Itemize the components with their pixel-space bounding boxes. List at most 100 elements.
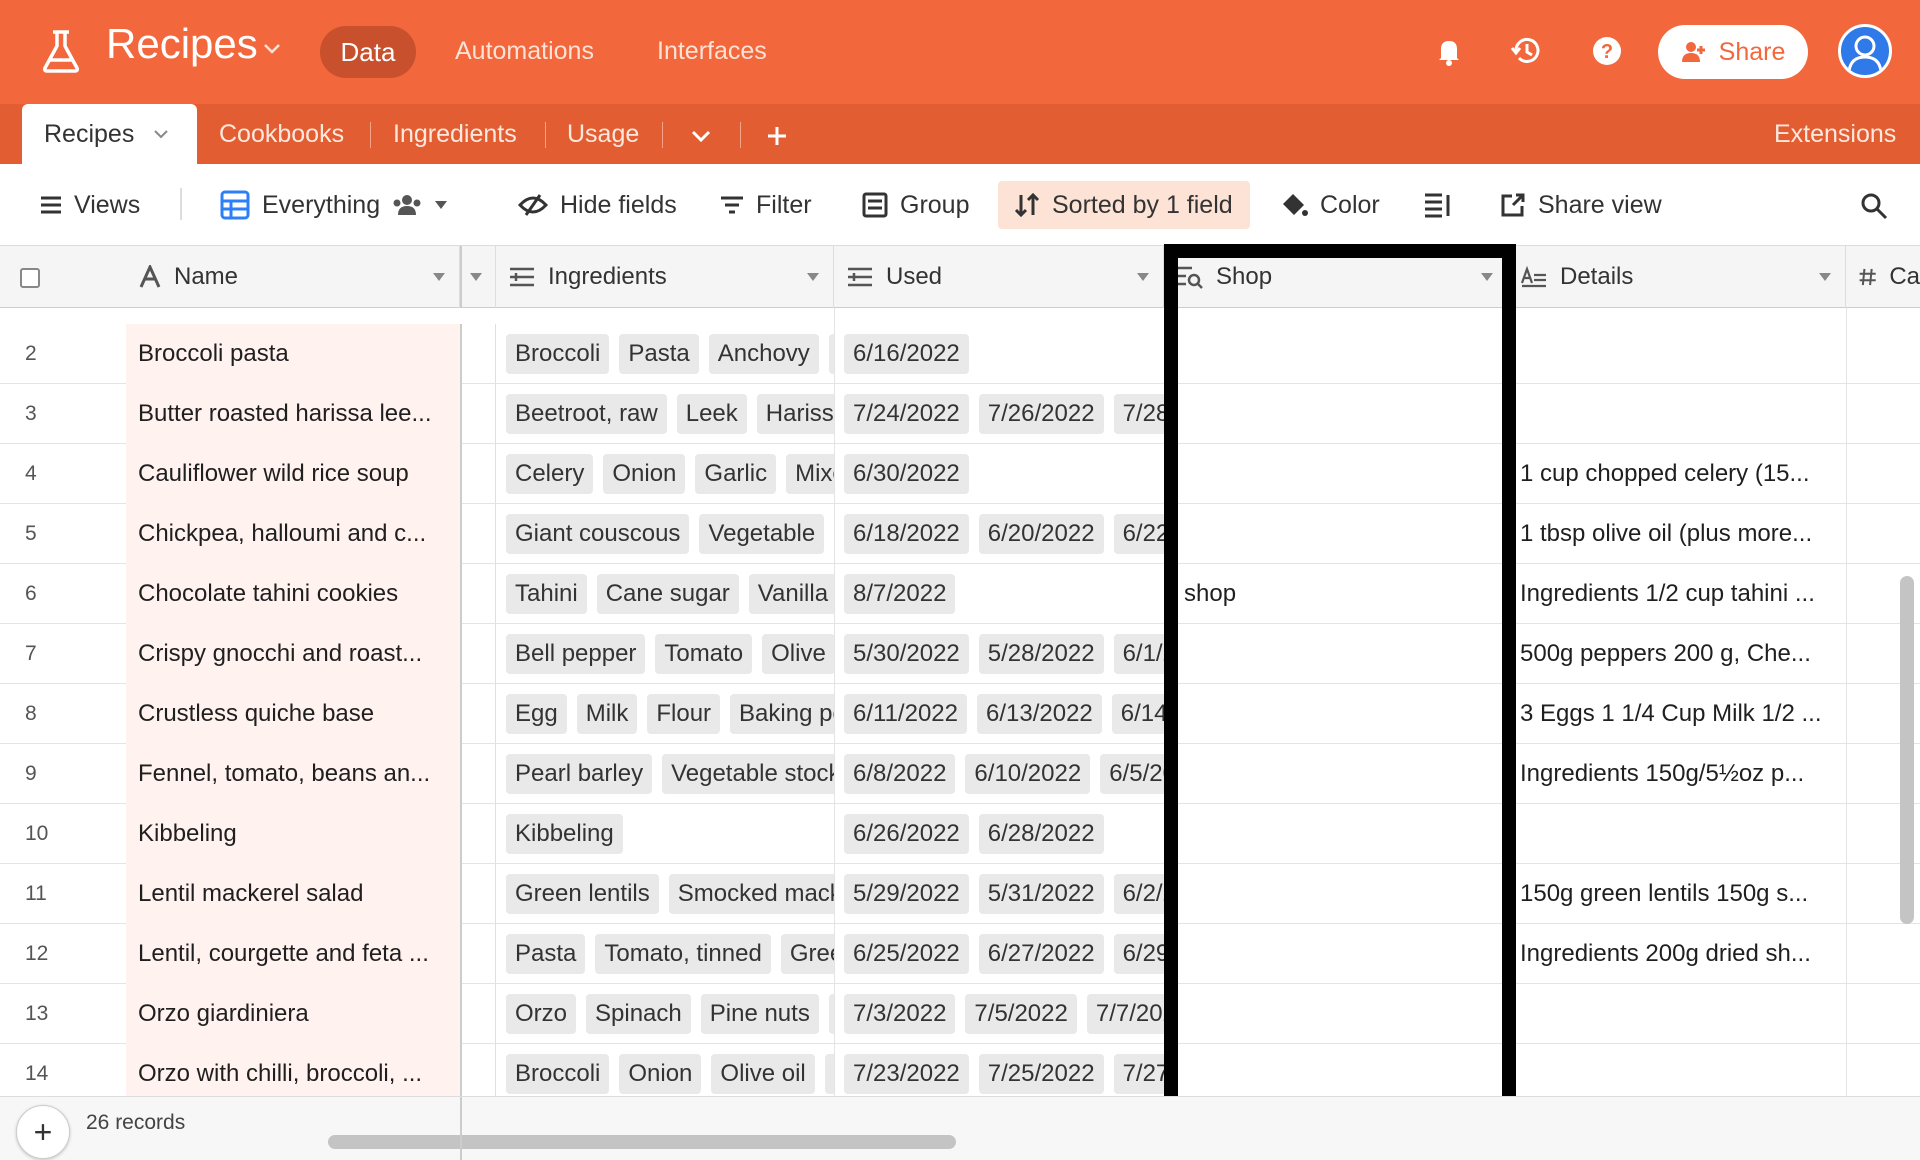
table-row[interactable]: 4 Cauliflower wild rice soup Celery Onion Ga… bbox=[0, 444, 1920, 504]
table-row[interactable]: 13 Orzo giardiniera OrzoSpinachPine nutsGa… bbox=[0, 984, 1920, 1044]
ingredient-chip[interactable]: Milk bbox=[576, 694, 638, 734]
column-header-ingredients[interactable]: Ingredients bbox=[496, 246, 834, 308]
select-all-checkbox[interactable] bbox=[20, 268, 40, 288]
ingredient-chip[interactable]: Green lentils bbox=[506, 874, 659, 914]
share-view-button[interactable]: Share view bbox=[1500, 190, 1662, 220]
app-title[interactable]: Recipes bbox=[106, 20, 258, 68]
cell-name[interactable]: Lentil, courgette and feta ... bbox=[126, 924, 460, 984]
cell-ingredients[interactable]: Pearl barley Vegetable stock bbox=[506, 754, 834, 794]
date-chip[interactable]: 7/7/2022 bbox=[1086, 994, 1164, 1034]
date-chip[interactable]: 6/13/2022 bbox=[977, 694, 1102, 734]
history-icon[interactable] bbox=[1510, 34, 1544, 68]
sort-button[interactable]: Sorted by 1 field bbox=[1014, 190, 1233, 220]
cell-name[interactable]: Chickpea, halloumi and c... bbox=[126, 504, 460, 564]
cell-name[interactable]: Crustless quiche base bbox=[126, 684, 460, 744]
ingredient-chip[interactable]: Cane sugar bbox=[596, 574, 739, 614]
table-row[interactable]: 2 Broccoli pasta BroccoliPastaAnchovy Garli… bbox=[0, 324, 1920, 384]
cell-used[interactable]: 8/7/2022 bbox=[844, 574, 1164, 614]
ingredient-chip[interactable]: Garlic bbox=[695, 454, 777, 494]
add-record-button[interactable]: + bbox=[16, 1105, 70, 1159]
cell-shop[interactable]: shop bbox=[1184, 580, 1236, 608]
ingredient-chip[interactable]: Broccoli bbox=[506, 334, 610, 374]
date-chip[interactable]: 6/22/2022 bbox=[1113, 514, 1164, 554]
group-button[interactable]: Group bbox=[862, 190, 969, 220]
cell-ingredients[interactable]: BroccoliPastaAnchovy Garlic bbox=[506, 334, 834, 374]
caret-down-icon[interactable] bbox=[807, 273, 819, 281]
cell-ingredients[interactable]: Giant couscous Vegetable bbox=[506, 514, 834, 554]
cell-details[interactable]: 500g peppers 200 g, Che... bbox=[1520, 640, 1842, 668]
ingredient-chip[interactable]: Pasta bbox=[619, 334, 699, 374]
cell-used[interactable]: 6/18/20226/20/20226/22/2022 bbox=[844, 514, 1164, 554]
share-button[interactable]: Share bbox=[1658, 25, 1808, 79]
filter-button[interactable]: Filter bbox=[720, 190, 812, 220]
date-chip[interactable]: 5/30/2022 bbox=[844, 634, 969, 674]
table-row[interactable]: 5 Chickpea, halloumi and c... Giant cousco… bbox=[0, 504, 1920, 564]
date-chip[interactable]: 6/27/2022 bbox=[978, 934, 1104, 974]
ingredient-chip[interactable]: Anchovy bbox=[708, 334, 819, 374]
cell-ingredients[interactable]: BroccoliOnionOlive oil Chilli bbox=[506, 1054, 834, 1094]
ingredient-chip[interactable]: Olive bbox=[762, 634, 834, 674]
date-chip[interactable]: 7/5/2022 bbox=[965, 994, 1077, 1034]
hide-fields-button[interactable]: Hide fields bbox=[518, 190, 677, 220]
ingredient-chip[interactable]: Giant couscous bbox=[506, 514, 690, 554]
cell-name[interactable]: Kibbeling bbox=[126, 804, 460, 864]
ingredient-chip[interactable]: Harissa bbox=[756, 394, 834, 434]
cell-used[interactable]: 6/16/2022 bbox=[844, 334, 1164, 374]
date-chip[interactable]: 6/8/2022 bbox=[844, 754, 956, 794]
ingredient-chip[interactable]: Vanilla bbox=[748, 574, 834, 614]
cell-name[interactable]: Orzo giardiniera bbox=[126, 984, 460, 1044]
cell-used[interactable]: 7/23/20227/25/20227/27/2022 bbox=[844, 1054, 1164, 1094]
cell-details[interactable]: Ingredients 200g dried sh... bbox=[1520, 940, 1842, 968]
ingredient-chip[interactable]: Smocked mackerel bbox=[668, 874, 834, 914]
ingredient-chip[interactable]: Vegetable bbox=[699, 514, 825, 554]
table-row[interactable]: 10 Kibbeling Kibbeling 6/26/2022 6/28/2022 bbox=[0, 804, 1920, 864]
cell-used[interactable]: 6/25/20226/27/20226/29/2022 bbox=[844, 934, 1164, 974]
date-chip[interactable]: 6/11/2022 bbox=[844, 694, 967, 734]
date-chip[interactable]: 6/5/2022 bbox=[1100, 754, 1164, 794]
caret-down-icon[interactable] bbox=[1137, 273, 1149, 281]
ingredient-chip[interactable]: Olive oil bbox=[711, 1054, 815, 1094]
date-chip[interactable]: 8/7/2022 bbox=[844, 574, 956, 614]
avatar[interactable] bbox=[1838, 24, 1892, 78]
cell-used[interactable]: 7/24/20227/26/20227/28/2022 bbox=[844, 394, 1164, 434]
caret-down-icon[interactable] bbox=[433, 273, 445, 281]
ingredient-chip[interactable]: Bell pepper bbox=[506, 634, 646, 674]
tab-ingredients[interactable]: Ingredients bbox=[393, 120, 517, 149]
ingredient-chip[interactable]: Celery bbox=[506, 454, 594, 494]
ingredient-chip[interactable]: Onion bbox=[603, 454, 686, 494]
date-chip[interactable]: 7/23/2022 bbox=[844, 1054, 969, 1094]
horizontal-scrollbar[interactable] bbox=[328, 1135, 956, 1149]
views-button[interactable]: Views bbox=[40, 190, 140, 220]
nav-interfaces[interactable]: Interfaces bbox=[657, 37, 767, 66]
cell-ingredients[interactable]: Beetroot, rawLeekHarissa bbox=[506, 394, 834, 434]
date-chip[interactable]: 5/31/2022 bbox=[978, 874, 1104, 914]
table-row[interactable]: 11 Lentil mackerel salad Green lentils Smoc… bbox=[0, 864, 1920, 924]
table-row[interactable]: 14 Orzo with chilli, broccoli, ... Broccol… bbox=[0, 1044, 1920, 1096]
table-row[interactable]: 6 Chocolate tahini cookies Tahini Cane suga… bbox=[0, 564, 1920, 624]
date-chip[interactable]: 7/28/2022 bbox=[1113, 394, 1164, 434]
ingredient-chip[interactable]: Pasta bbox=[506, 934, 586, 974]
cell-used[interactable]: 6/11/20226/13/20226/14/2022 bbox=[844, 694, 1164, 734]
date-chip[interactable]: 6/29/2022 bbox=[1113, 934, 1164, 974]
date-chip[interactable]: 6/18/2022 bbox=[844, 514, 969, 554]
search-icon[interactable] bbox=[1860, 192, 1888, 220]
chevron-down-icon[interactable] bbox=[154, 129, 169, 139]
ingredient-chip[interactable]: Broccoli bbox=[506, 1054, 610, 1094]
cell-details[interactable]: 1 tbsp olive oil (plus more... bbox=[1520, 520, 1842, 548]
cell-used[interactable]: 5/29/20225/31/20226/2/2022 bbox=[844, 874, 1164, 914]
cell-ingredients[interactable]: Bell pepper Tomato Olive bbox=[506, 634, 834, 674]
caret-down-icon[interactable] bbox=[470, 273, 482, 281]
cell-details[interactable]: Ingredients 1/2 cup tahini ... bbox=[1520, 580, 1842, 608]
cell-name[interactable]: Broccoli pasta bbox=[126, 324, 460, 384]
ingredient-chip[interactable]: Tahini bbox=[506, 574, 587, 614]
column-header-name[interactable]: Name bbox=[126, 246, 460, 308]
date-chip[interactable]: 6/10/2022 bbox=[965, 754, 1091, 794]
table-row[interactable]: 12 Lentil, courgette and feta ... Pasta Tom… bbox=[0, 924, 1920, 984]
cell-used[interactable]: 6/8/20226/10/20226/5/2022 bbox=[844, 754, 1164, 794]
table-row[interactable]: 8 Crustless quiche base Egg Milk Flour Baking… bbox=[0, 684, 1920, 744]
tab-usage[interactable]: Usage bbox=[567, 120, 639, 149]
column-header-details[interactable]: Details bbox=[1508, 246, 1846, 308]
date-chip[interactable]: 7/27/2022 bbox=[1113, 1054, 1164, 1094]
cell-name[interactable]: Orzo with chilli, broccoli, ... bbox=[126, 1044, 460, 1096]
cell-ingredients[interactable]: Tahini Cane sugar Vanilla bbox=[506, 574, 834, 614]
